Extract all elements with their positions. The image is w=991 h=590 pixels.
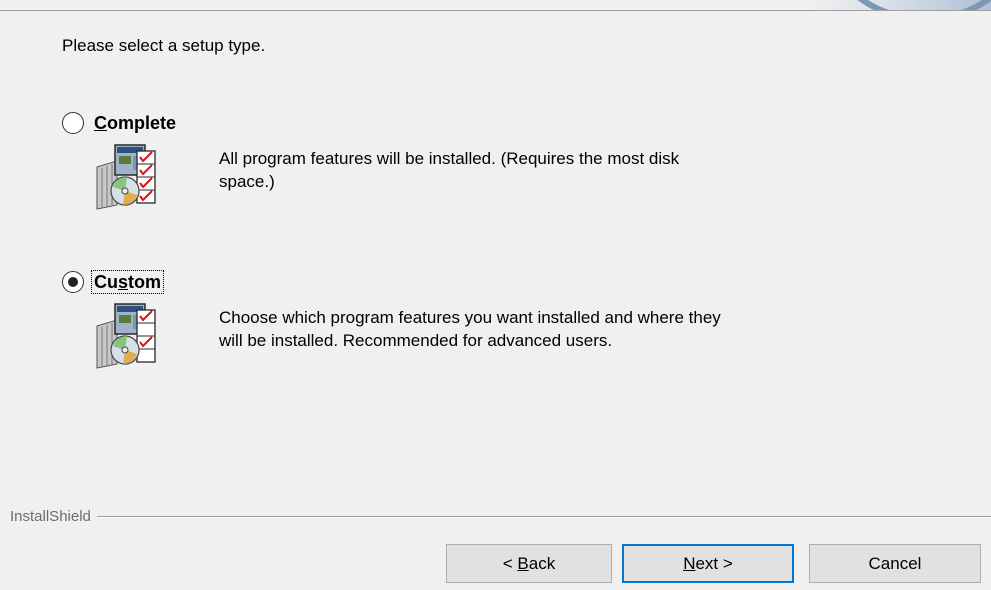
description-custom: Choose which program features you want i…	[219, 308, 721, 350]
description-complete: All program features will be installed. …	[219, 149, 680, 191]
radio-option-custom[interactable]: Custom	[62, 270, 165, 294]
cancel-button[interactable]: Cancel	[809, 544, 981, 583]
installshield-logo-graphic	[811, 0, 991, 10]
setup-package-icon	[96, 303, 156, 369]
radio-custom[interactable]	[62, 271, 84, 293]
radio-option-complete[interactable]: Complete	[62, 112, 178, 134]
next-button[interactable]: Next >	[622, 544, 794, 583]
branding-label: InstallShield	[10, 508, 91, 525]
setup-package-icon	[96, 144, 156, 210]
radio-complete[interactable]	[62, 112, 84, 134]
installshield-branding: InstallShield	[10, 508, 991, 525]
radio-label-custom[interactable]: Custom	[90, 270, 165, 294]
radio-label-complete[interactable]: Complete	[92, 112, 178, 134]
branding-divider	[96, 515, 991, 518]
setup-type-prompt: Please select a setup type.	[62, 36, 266, 55]
back-button[interactable]: < Back	[446, 544, 612, 583]
